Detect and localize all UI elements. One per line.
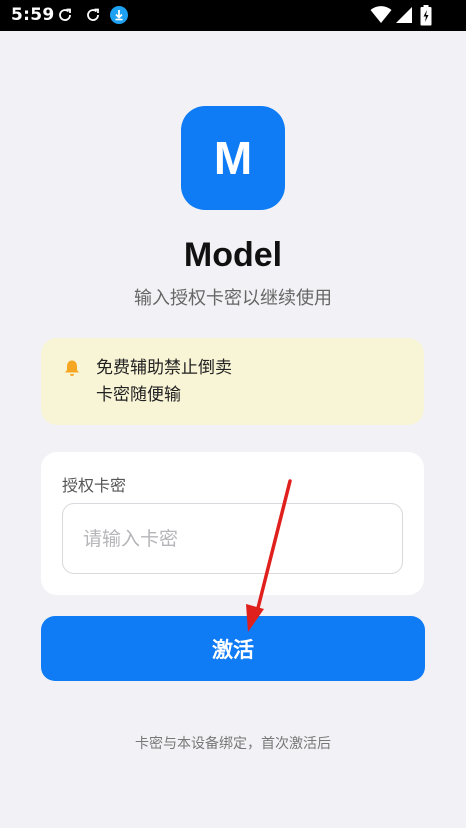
download-icon xyxy=(110,6,128,24)
wifi-icon xyxy=(370,6,392,23)
signal-icon xyxy=(396,7,412,23)
app-logo: M xyxy=(181,106,285,210)
refresh-icon xyxy=(87,8,99,21)
notice-text: 免费辅助禁止倒卖 卡密随便输 xyxy=(96,358,232,405)
license-key-input[interactable] xyxy=(62,503,403,574)
app-title: Model xyxy=(183,236,283,274)
footer-note: 卡密与本设备绑定，首次激活后 xyxy=(135,736,331,752)
bell-icon xyxy=(65,360,79,376)
notice-banner: 免费辅助禁止倒卖 卡密随便输 xyxy=(41,338,424,425)
activate-button[interactable]: 激活 xyxy=(41,616,425,681)
refresh-icon xyxy=(59,8,71,21)
license-card: 授权卡密 xyxy=(41,452,424,595)
status-time: 5:59 xyxy=(11,5,55,25)
status-bar: 5:59 xyxy=(0,0,466,31)
battery-charging-icon xyxy=(420,5,432,26)
app-subtitle: 输入授权卡密以继续使用 xyxy=(134,288,332,309)
license-key-label: 授权卡密 xyxy=(62,476,127,495)
